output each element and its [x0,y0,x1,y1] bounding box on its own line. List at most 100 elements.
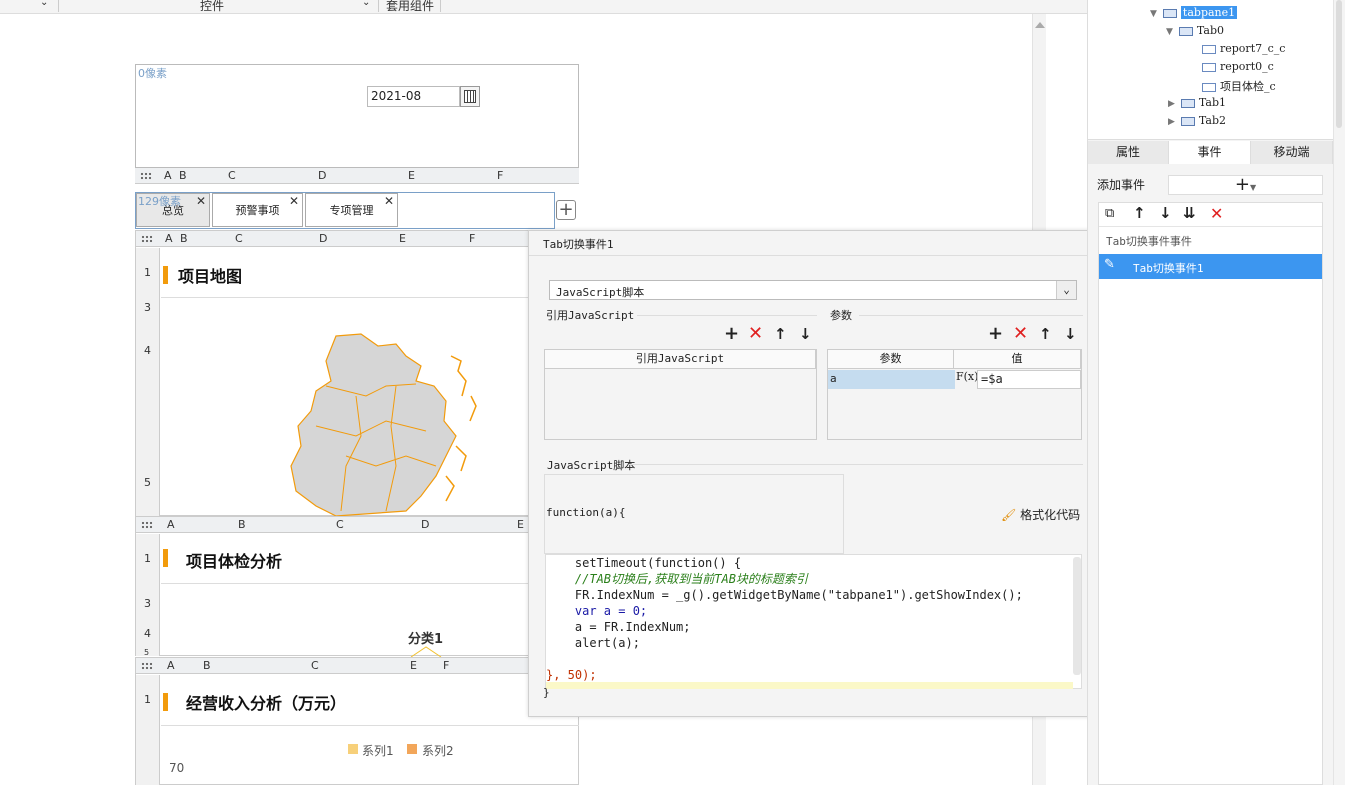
script-type-value: JavaScript脚本 [556,286,645,299]
tab-mobile[interactable]: 移动端 [1251,141,1333,164]
title-accent-bar [163,549,168,567]
tab-properties[interactable]: 属性 [1088,141,1169,164]
tree-item-tab2[interactable]: ▶ Tab2 [1168,114,1226,127]
arrow-down-icon[interactable]: ↓ [1064,326,1077,342]
control-label[interactable]: 控件 [200,0,224,14]
tab-warnings[interactable]: 预警事项 ✕ [212,193,303,227]
scroll-thumb[interactable] [1336,0,1342,128]
row-number: 5 [144,648,150,657]
close-icon[interactable]: ✕ [196,184,206,218]
row-number: 4 [144,344,151,357]
apply-component-button[interactable]: 套用组件 [386,0,434,14]
ref-js-table[interactable]: 引用JavaScript [544,349,817,440]
title-accent-bar [163,693,168,711]
tab-special[interactable]: 专项管理 ✕ [305,193,398,227]
tree-item-report[interactable]: 项目体检_c [1202,78,1276,94]
param-value-input[interactable]: =$a [977,370,1081,389]
row-number: 1 [144,552,151,565]
scroll-up-icon[interactable] [1035,22,1045,28]
grip-icon[interactable] [141,662,153,670]
delete-icon[interactable]: ✕ [1013,325,1028,343]
divider [440,0,441,12]
collapse-arrow-icon[interactable]: ▶ [1168,99,1175,109]
right-panel-scrollbar[interactable] [1333,0,1345,785]
column-header: B [180,232,188,245]
tree-label: report0_c [1220,60,1274,73]
close-icon[interactable]: ✕ [384,184,394,218]
tab-strip[interactable]: 129像素 总览 ✕ 预警事项 ✕ 专项管理 ✕ [135,192,555,229]
event-toolbar: ⧉ ↑ ↓ ⇊ ✕ [1099,203,1322,227]
tree-item-report[interactable]: report7_c_c [1202,42,1285,55]
script-type-select[interactable]: JavaScript脚本 ⌄ [549,280,1077,300]
parameter-panel[interactable]: 0像素 2021-08 [135,64,579,168]
expand-arrow-icon[interactable]: ▼ [1150,9,1157,19]
tab-label: 专项管理 [329,204,374,217]
report-block-map[interactable]: A B C D E F 1 3 4 5 项目地图 [135,230,579,516]
row-number: 5 [144,476,151,489]
legend-label: 系列1 [362,744,394,758]
edit-pencil-icon[interactable]: ✎ [1104,257,1115,272]
arrow-up-icon[interactable]: ↑ [774,326,787,342]
column-header: D [318,169,327,182]
chevron-down-icon[interactable]: ⌄ [1056,281,1076,299]
grip-icon[interactable] [141,235,153,243]
tab-events[interactable]: 事件 [1169,141,1251,164]
move-bottom-icon[interactable]: ⇊ [1183,204,1196,222]
dialog-title: Tab切换事件1 [543,238,614,251]
current-line-highlight [546,682,1073,689]
delete-icon[interactable]: ✕ [748,325,763,343]
event-editor-dialog[interactable]: Tab切换事件1 JavaScript脚本 ⌄ 引用JavaScript 参数 … [528,230,1097,717]
tree-item-report[interactable]: report0_c [1202,60,1274,73]
copy-icon[interactable]: ⧉ [1105,206,1114,221]
expand-arrow-icon[interactable]: ▼ [1166,27,1173,37]
grip-icon[interactable] [140,172,152,180]
date-input[interactable]: 2021-08 [367,86,460,107]
tree-item-tab1[interactable]: ▶ Tab1 [1168,96,1226,109]
collapse-arrow-icon[interactable]: ▶ [1168,117,1175,127]
row-number: 3 [144,301,151,314]
row-number: 1 [144,693,151,706]
formula-icon[interactable]: F(x) [956,370,978,383]
add-icon[interactable]: + [724,325,739,343]
row-header-column: 1 3 4 5 [136,248,160,516]
add-event-label: 添加事件 [1097,178,1146,192]
column-header: F [497,169,504,182]
calendar-icon[interactable] [460,86,480,107]
report-icon [1202,44,1216,54]
block-title: 项目体检分析 [186,552,283,571]
tree-item-tab0[interactable]: ▼ Tab0 [1166,24,1224,37]
arrow-up-icon[interactable]: ↑ [1039,326,1052,342]
param-name-cell[interactable]: a [828,370,955,389]
format-code-button[interactable]: 🖌 格式化代码 [1001,506,1080,523]
code-editor[interactable]: setTimeout(function() { //TAB切换后,获取到当前TA… [545,554,1082,689]
value-column-header: 值 [954,350,1081,369]
params-table[interactable]: 参数 值 a F(x) =$a [827,349,1082,440]
radar-chart-tip [410,646,442,657]
arrow-down-icon[interactable]: ↓ [1159,204,1172,222]
arrow-up-icon[interactable]: ↑ [1133,204,1146,222]
arrow-down-icon[interactable]: ↓ [799,326,812,342]
add-tab-icon[interactable]: + [556,200,576,220]
row-number: 4 [144,627,151,640]
code-line: FR.IndexNum = _g().getWidgetByName("tabp… [546,588,1023,602]
ref-js-section-label: 引用JavaScript [546,309,635,322]
pixel-marker: 129像素 [138,195,181,208]
event-item-selected[interactable]: ✎ Tab切换事件1 [1099,254,1322,279]
delete-icon[interactable]: ✕ [1210,204,1223,223]
pixel-marker: 0像素 [138,67,167,80]
add-icon[interactable]: + [988,325,1003,343]
report-block-revenue[interactable]: A B C E F 1 经营收入分析（万元） 系列1 系列2 70 [135,657,579,785]
report-block-inspection[interactable]: A B C D E 1 3 4 5 项目体检分析 分类1 [135,516,579,657]
chevron-down-icon[interactable]: ⌄ [40,0,48,8]
tree-item-tabpane1[interactable]: ▼ tabpane1 [1150,6,1238,19]
column-header: B [203,659,211,672]
add-event-dropdown[interactable]: +▼ [1168,175,1323,195]
params-section-label: 参数 [830,309,852,322]
code-line: a = FR.IndexNum; [546,620,691,634]
report-icon [1202,82,1216,92]
close-icon[interactable]: ✕ [289,184,299,218]
chevron-down-icon[interactable]: ⌄ [362,0,370,8]
tab-icon [1178,26,1193,36]
code-scrollbar[interactable] [1073,557,1081,675]
grip-icon[interactable] [141,521,153,529]
